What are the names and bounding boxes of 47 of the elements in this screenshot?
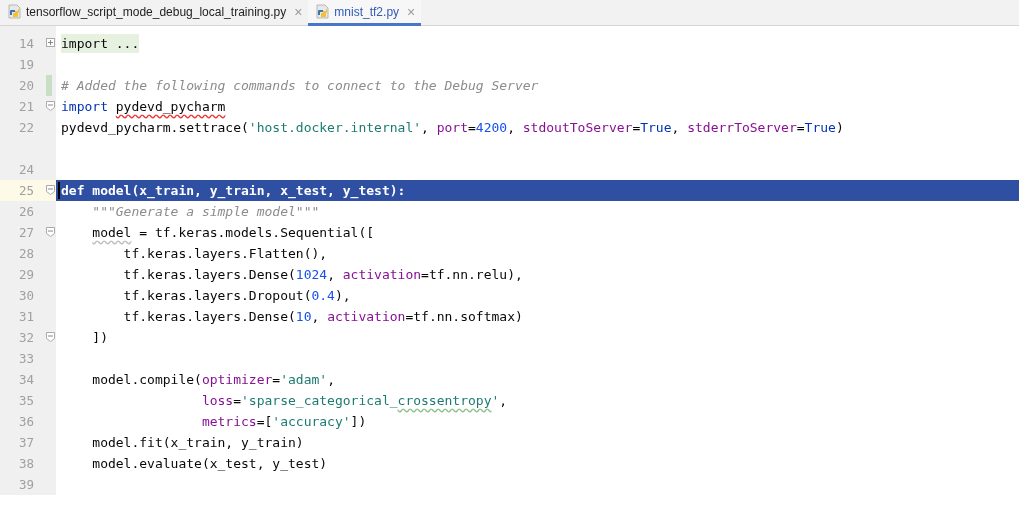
line-number: 26 xyxy=(17,204,35,219)
code-line: tf.keras.layers.Dropout(0.4), xyxy=(122,288,351,303)
line-number: 33 xyxy=(17,351,35,366)
code-line: model.evaluate(x_test, y_test) xyxy=(91,456,328,471)
collapse-icon[interactable] xyxy=(46,101,55,111)
code-line: pydevd_pycharm.settrace('host.docker.internal', port=4200, stdoutToServer=True, stderrToServer=True) xyxy=(61,120,844,135)
python-file-icon xyxy=(316,4,331,19)
code-line: tf.keras.layers.Dense(1024, activation=tf.nn.relu), xyxy=(122,267,523,282)
code-line: # Added the following commands to connect to the Debug Server xyxy=(61,78,539,93)
line-number: 30 xyxy=(17,288,35,303)
line-number: 34 xyxy=(17,372,35,387)
code-line: metrics=['accuracy']) xyxy=(200,414,367,429)
line-number: 38 xyxy=(17,456,35,471)
code-line: model.fit(x_train, y_train) xyxy=(91,435,304,450)
code-line: tf.keras.layers.Dense(10, activation=tf.nn.softmax) xyxy=(122,309,523,324)
line-number: 36 xyxy=(17,414,35,429)
line-number: 39 xyxy=(17,477,35,492)
code-line: ]) xyxy=(91,330,108,345)
line-number: 14 xyxy=(17,36,35,51)
line-number: 35 xyxy=(17,393,35,408)
line-number: 24 xyxy=(17,162,35,177)
line-number: 27 xyxy=(17,225,35,240)
line-number: 28 xyxy=(17,246,35,261)
collapse-icon[interactable] xyxy=(46,185,55,195)
line-number: 32 xyxy=(17,330,35,345)
line-number: 31 xyxy=(17,309,35,324)
python-file-icon xyxy=(8,4,22,19)
collapse-icon[interactable] xyxy=(46,332,55,342)
expand-icon[interactable] xyxy=(46,38,55,47)
line-number: 37 xyxy=(17,435,35,450)
file-tab[interactable]: mnist_tf2.py × xyxy=(308,0,422,26)
file-tab[interactable]: tensorflow_script_mode_debug_local_training.py × xyxy=(0,0,309,26)
code-line: """Generate a simple model""" xyxy=(91,204,320,219)
code-line: import pydevd_pycharm xyxy=(61,99,226,114)
code-line: tf.keras.layers.Flatten(), xyxy=(122,246,328,261)
code-line: model = tf.keras.models.Sequential([ xyxy=(91,225,375,240)
text-cursor xyxy=(58,182,60,199)
line-number: 21 xyxy=(17,99,35,114)
line-number: 22 xyxy=(17,120,35,135)
line-number: 20 xyxy=(17,78,35,93)
line-number: 29 xyxy=(17,267,35,282)
line-number: 19 xyxy=(17,57,35,72)
collapse-icon[interactable] xyxy=(46,227,55,237)
code-line: loss='sparse_categorical_crossentropy', xyxy=(200,393,508,408)
line-number: 25 xyxy=(17,183,35,198)
code-line: model.compile(optimizer='adam', xyxy=(91,372,335,387)
code-line: def model(x_train, y_train, x_test, y_test): xyxy=(61,183,406,198)
